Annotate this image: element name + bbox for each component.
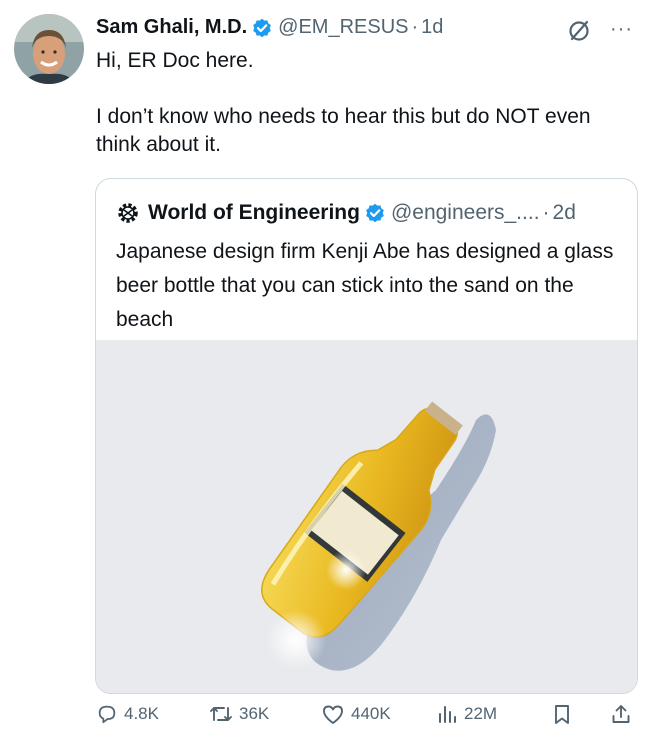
tweet-text-line: Hi, ER Doc here.	[96, 49, 254, 72]
repost-icon	[210, 707, 232, 721]
share-icon	[612, 705, 630, 723]
more-options-icon[interactable]: ···	[610, 18, 633, 41]
author-handle[interactable]: @EM_RESUS	[278, 16, 408, 39]
tweet-time[interactable]: 1d	[421, 16, 443, 39]
views-button[interactable]: 22M	[436, 703, 497, 725]
verified-badge-icon	[365, 203, 385, 223]
heart-icon	[323, 705, 343, 724]
quoted-tweet-text: Japanese design firm Kenji Abe has desig…	[116, 240, 614, 331]
reply-icon	[98, 705, 116, 724]
quoted-tweet[interactable]: World of Engineering @engineers_.... · 2…	[95, 178, 638, 694]
gear-logo-icon	[116, 201, 140, 225]
like-count: 440K	[351, 704, 391, 723]
share-button[interactable]	[610, 703, 638, 725]
like-button[interactable]: 440K	[321, 703, 391, 725]
views-count: 22M	[464, 704, 498, 723]
bookmark-icon	[555, 705, 569, 724]
action-bar: 4.8K 36K 440K 22M	[96, 703, 636, 733]
quoted-tweet-image[interactable]	[96, 340, 637, 693]
tweet-text: Hi, ER Doc here. I don’t know who needs …	[96, 47, 626, 159]
quoted-author-name[interactable]: World of Engineering	[148, 201, 360, 225]
tweet-header: Sam Ghali, M.D. @EM_RESUS · 1d	[96, 16, 443, 39]
quoted-tweet-time[interactable]: 2d	[553, 201, 576, 225]
quoted-author-handle[interactable]: @engineers_....	[391, 201, 540, 225]
views-chart-icon	[439, 706, 456, 723]
grok-icon[interactable]	[566, 18, 592, 44]
repost-button[interactable]: 36K	[209, 703, 269, 725]
separator-dot: ·	[542, 201, 550, 224]
separator-dot: ·	[411, 16, 419, 38]
avatar[interactable]	[14, 14, 84, 84]
reply-button[interactable]: 4.8K	[96, 703, 159, 725]
verified-badge-icon	[252, 18, 272, 38]
author-name[interactable]: Sam Ghali, M.D.	[96, 16, 247, 39]
bookmark-button[interactable]	[551, 703, 579, 725]
quoted-tweet-header: World of Engineering @engineers_.... · 2…	[116, 201, 576, 225]
repost-count: 36K	[239, 704, 270, 723]
reply-count: 4.8K	[124, 704, 159, 723]
tweet-text-line: I don’t know who needs to hear this but …	[96, 105, 591, 156]
